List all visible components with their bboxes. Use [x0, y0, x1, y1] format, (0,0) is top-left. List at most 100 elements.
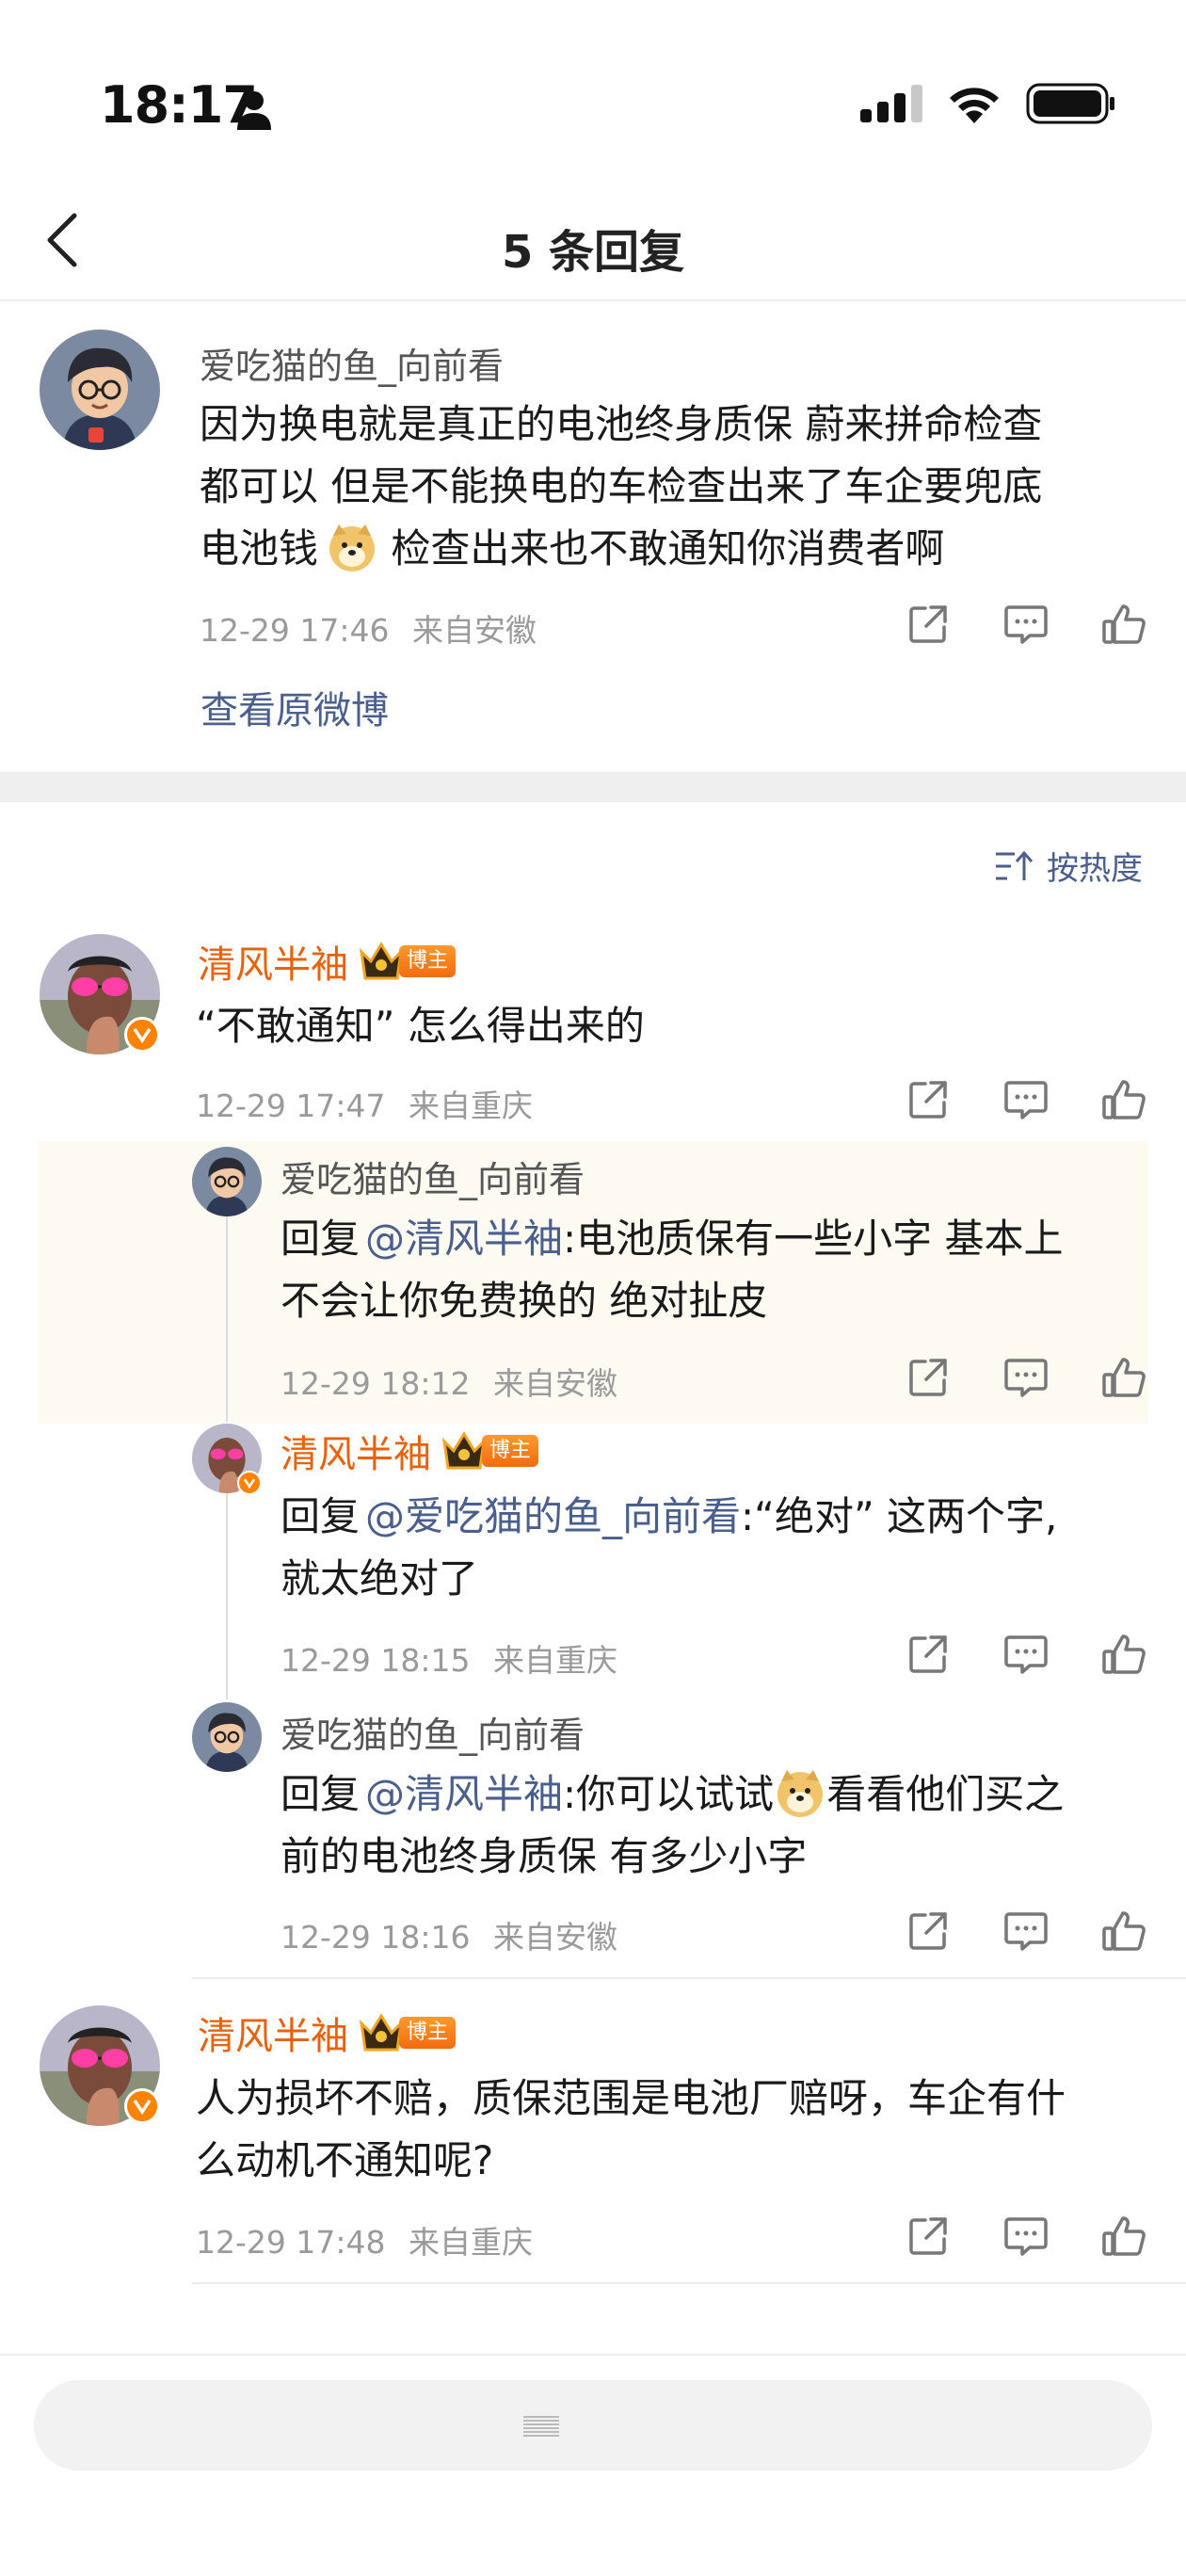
- like-button[interactable]: [1098, 2210, 1150, 2262]
- share-button[interactable]: [902, 1628, 954, 1681]
- root-comment: 爱吃猫的鱼_向前看 因为换电就是真正的电池终身质保 蔚来拼命检查 都可以 但是不…: [0, 301, 1186, 772]
- reply-text: 回复 @清风半袖:你可以试试 看看他们买之 前的电池终身质保 有多少小字: [280, 1763, 1064, 1888]
- comment-button[interactable]: [1000, 1628, 1052, 1681]
- sort-toggle[interactable]: 按热度: [994, 843, 1143, 889]
- comment-location: 来自重庆: [408, 2224, 533, 2261]
- doge-emoji-icon: [329, 524, 376, 572]
- verified-badge-icon: [124, 1017, 160, 1053]
- author-name[interactable]: 爱吃猫的鱼_向前看: [200, 337, 504, 389]
- comment-button[interactable]: [1000, 1351, 1052, 1404]
- author-row: 清风半袖 博主: [198, 934, 457, 989]
- comment-actions: [902, 1351, 1150, 1404]
- reply-prefix: 回复: [280, 1493, 361, 1539]
- wifi-icon: [950, 88, 999, 123]
- comment-meta: 12-29 18:15 来自重庆: [280, 1635, 617, 1681]
- author-name[interactable]: 清风半袖: [280, 1424, 431, 1478]
- verified-badge-icon: [237, 1471, 262, 1495]
- share-button[interactable]: [902, 598, 954, 651]
- share-button[interactable]: [902, 1905, 954, 1957]
- blogger-badge-label: 博主: [482, 1435, 539, 1467]
- avatar[interactable]: [40, 330, 160, 450]
- reply-line: 回复 @清风半袖:你可以试试 看看他们买之: [280, 1763, 1064, 1826]
- view-original-link[interactable]: 查看原微博: [200, 680, 389, 734]
- battery-icon: [1026, 83, 1114, 124]
- comment-meta: 12-29 17:48 来自重庆: [196, 2217, 533, 2262]
- thumbs-up-icon: [1102, 604, 1146, 644]
- mention-link[interactable]: @清风半袖: [365, 1771, 563, 1817]
- comment-actions: [902, 1628, 1150, 1681]
- like-button[interactable]: [1098, 1351, 1150, 1404]
- reply-line-rest: :你可以试试: [563, 1771, 775, 1817]
- blogger-badge-label: 博主: [399, 2017, 457, 2049]
- like-button[interactable]: [1098, 1073, 1150, 1126]
- blogger-badge: 博主: [358, 941, 457, 982]
- comment-time: 12-29 17:48: [196, 2224, 386, 2261]
- mention-link[interactable]: @爱吃猫的鱼_向前看: [365, 1493, 741, 1539]
- author-row: 清风半袖 博主: [280, 1424, 539, 1478]
- author-name[interactable]: 爱吃猫的鱼_向前看: [280, 1706, 585, 1758]
- comment-line: 都可以 但是不能换电的车检查出来了车企要兜底: [200, 463, 1043, 509]
- avatar[interactable]: [192, 1702, 262, 1772]
- reply-line: 就太绝对了: [280, 1555, 479, 1602]
- mention-link[interactable]: @清风半袖: [365, 1216, 563, 1262]
- share-button[interactable]: [902, 2210, 954, 2262]
- comment-location: 来自安徽: [492, 1365, 617, 1402]
- share-icon: [909, 1912, 947, 1950]
- like-button[interactable]: [1098, 1905, 1150, 1957]
- author-name[interactable]: 清风半袖: [198, 934, 348, 989]
- reply-input[interactable]: [34, 2380, 1152, 2471]
- comment-meta: 12-29 17:46 来自安徽: [200, 605, 537, 651]
- reply-prefix: 回复: [280, 1771, 361, 1817]
- comment-line: 电池钱 检查出来也不敢通知你消费者啊: [200, 518, 1150, 580]
- sort-icon: [996, 850, 1034, 880]
- author-name[interactable]: 爱吃猫的鱼_向前看: [280, 1151, 585, 1202]
- comment-icon: [1004, 1635, 1048, 1674]
- reply-line: 不会让你免费换的 绝对扯皮: [280, 1278, 768, 1324]
- comment-button[interactable]: [1000, 2210, 1052, 2262]
- like-button[interactable]: [1098, 1628, 1150, 1681]
- thumbs-up-icon: [1102, 1911, 1146, 1951]
- blogger-badge: 博主: [441, 1430, 539, 1472]
- crown-icon: [441, 1431, 487, 1470]
- comment-line: 因为换电就是真正的电池终身质保 蔚来拼命检查: [200, 401, 1043, 447]
- comment-actions: [902, 598, 1150, 651]
- author-row: 清风半袖 博主: [198, 2005, 457, 2060]
- comment-time: 12-29 18:16: [280, 1919, 471, 1956]
- comment-icon: [1004, 1359, 1048, 1397]
- share-button[interactable]: [902, 1351, 954, 1404]
- author-name[interactable]: 清风半袖: [198, 2005, 348, 2060]
- reply-line: 回复 @爱吃猫的鱼_向前看:“绝对” 这两个字,: [280, 1486, 1057, 1548]
- doge-emoji-icon: [777, 1770, 824, 1817]
- like-button[interactable]: [1098, 598, 1150, 651]
- reply-prefix: 回复: [280, 1216, 361, 1262]
- status-indicators: [860, 83, 1116, 124]
- share-icon: [909, 1081, 947, 1119]
- crown-icon: [359, 2013, 404, 2052]
- comment-text: “不敢通知” 怎么得出来的: [196, 1003, 645, 1049]
- input-placeholder-mark: [523, 2416, 559, 2439]
- blogger-badge: 博主: [358, 2012, 457, 2053]
- nav-bar: 5 条回复: [0, 179, 1186, 301]
- thumbs-up-icon: [1102, 2216, 1146, 2256]
- comment-line: 人为损坏不赔，质保范围是电池厂赔呀，车企有什: [196, 2075, 1066, 2121]
- comment-meta: 12-29 17:47 来自重庆: [196, 1081, 533, 1126]
- section-divider: [0, 772, 1186, 802]
- reply-line: 回复 @清风半袖:电池质保有一些小字 基本上: [280, 1208, 1064, 1270]
- comment-button[interactable]: [1000, 1905, 1052, 1957]
- comment-button[interactable]: [1000, 598, 1052, 651]
- comment-time: 12-29 17:47: [196, 1087, 386, 1124]
- comment-icon: [1004, 605, 1048, 644]
- comment-time: 12-29 17:46: [200, 612, 390, 649]
- thumbs-up-icon: [1102, 1080, 1146, 1119]
- share-button[interactable]: [902, 1073, 954, 1126]
- comment-location: 来自安徽: [492, 1919, 617, 1956]
- comment-button[interactable]: [1000, 1073, 1052, 1126]
- comment-text: 因为换电就是真正的电池终身质保 蔚来拼命检查 都可以 但是不能换电的车检查出来了…: [200, 394, 1150, 580]
- reply-bar: [0, 2354, 1186, 2576]
- comment-actions: [902, 2210, 1150, 2262]
- thread-line: [226, 1215, 228, 1422]
- comment-time: 12-29 18:12: [280, 1365, 471, 1402]
- avatar[interactable]: [192, 1147, 262, 1216]
- comment-line: 么动机不通知呢?: [196, 2137, 494, 2183]
- comment-location: 来自重庆: [492, 1642, 617, 1679]
